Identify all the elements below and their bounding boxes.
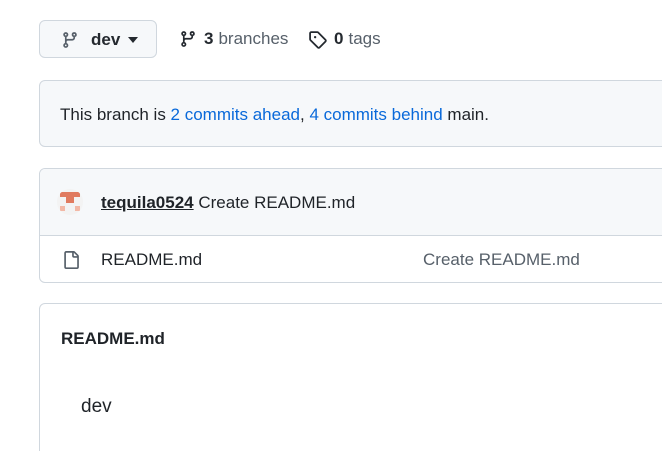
avatar[interactable]	[57, 189, 83, 215]
branch-select-button[interactable]: dev	[39, 20, 157, 58]
repo-page: dev 3 branches 0 tags This branch is 2 c…	[0, 0, 662, 451]
branch-status-text: This branch is 2 commits ahead, 4 commit…	[60, 105, 489, 125]
identicon-icon	[57, 189, 83, 215]
git-branch-icon	[63, 32, 77, 48]
commits-behind-link[interactable]: 4 commits behind	[309, 105, 442, 124]
commit-author-link[interactable]: tequila0524	[101, 193, 194, 212]
branch-name: dev	[91, 30, 121, 49]
readme-content: dev	[81, 396, 112, 417]
branches-count: 3	[204, 29, 214, 48]
git-branch-icon	[181, 31, 195, 47]
chevron-down-icon	[128, 37, 138, 43]
tags-link[interactable]: 0 tags	[308, 29, 381, 49]
commit-message-link[interactable]: Create README.md	[198, 193, 355, 212]
readme-title-link[interactable]: README.md	[61, 329, 165, 349]
latest-commit-row: tequila0524 Create README.md	[40, 169, 662, 236]
file-listing: tequila0524 Create README.md README.md C…	[39, 168, 662, 283]
readme-panel: README.md dev	[39, 303, 662, 451]
tags-count: 0	[334, 29, 344, 48]
tag-icon	[309, 30, 327, 49]
status-suffix: main.	[442, 105, 489, 124]
file-commit-message-link[interactable]: Create README.md	[423, 250, 580, 270]
branches-label: branches	[218, 29, 289, 48]
tags-label: tags	[348, 29, 381, 48]
status-prefix: This branch is	[60, 105, 171, 124]
latest-commit-text: tequila0524 Create README.md	[101, 193, 355, 213]
file-name-link[interactable]: README.md	[101, 250, 202, 270]
branch-status-box: This branch is 2 commits ahead, 4 commit…	[39, 80, 662, 147]
branches-link[interactable]: 3 branches	[179, 29, 288, 49]
commits-ahead-link[interactable]: 2 commits ahead	[171, 105, 300, 124]
list-item: README.md Create README.md	[40, 236, 662, 282]
file-icon	[64, 251, 79, 269]
